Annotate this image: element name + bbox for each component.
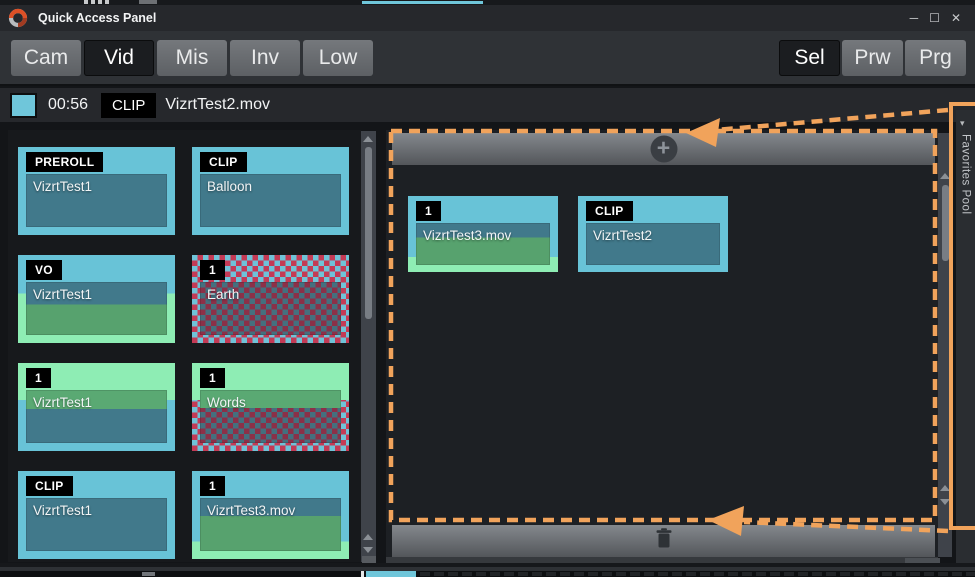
favorites-pool-side-tab[interactable]: ▾ Favorites Pool bbox=[956, 110, 975, 563]
clip-badge: PREROLL bbox=[26, 152, 103, 172]
tab-low[interactable]: Low bbox=[303, 40, 373, 76]
clip-card[interactable]: VO VizrtTest1 bbox=[18, 255, 175, 343]
minimize-button[interactable]: ─ bbox=[910, 12, 919, 24]
tab-vid[interactable]: Vid bbox=[84, 40, 154, 76]
app-logo-icon bbox=[7, 7, 29, 29]
clip-thumbnail: Words bbox=[200, 390, 341, 443]
add-icon[interactable]: + bbox=[650, 136, 677, 163]
clip-card[interactable]: 1 Words bbox=[192, 363, 349, 451]
tab-inv[interactable]: Inv bbox=[230, 40, 300, 76]
favorites-delete-bar bbox=[392, 525, 935, 557]
background-tick bbox=[105, 0, 109, 4]
scrollbar-thumb[interactable] bbox=[942, 185, 949, 261]
background-tick bbox=[98, 0, 102, 4]
background-cyan-bar bbox=[362, 1, 483, 4]
clip-card[interactable]: 1 VizrtTest3.mov bbox=[408, 196, 558, 272]
background-app-bottom-edge bbox=[0, 563, 975, 577]
clip-card[interactable]: 1 VizrtTest1 bbox=[18, 363, 175, 451]
clip-thumbnail: VizrtTest2 bbox=[586, 223, 720, 265]
favorites-add-bar: + bbox=[392, 133, 935, 165]
clip-title: VizrtTest1 bbox=[33, 503, 92, 518]
clip-card[interactable]: 1 VizrtTest3.mov bbox=[192, 471, 349, 559]
clip-title: Earth bbox=[207, 287, 239, 302]
clip-title: VizrtTest2 bbox=[593, 228, 652, 243]
clip-badge: 1 bbox=[200, 260, 225, 280]
clip-color-swatch bbox=[10, 93, 37, 118]
scroll-up-icon[interactable] bbox=[363, 534, 373, 540]
trash-icon[interactable] bbox=[655, 528, 673, 555]
clip-thumbnail: VizrtTest1 bbox=[26, 174, 167, 227]
clip-badge: VO bbox=[26, 260, 62, 280]
clip-badge: CLIP bbox=[200, 152, 247, 172]
clip-card[interactable]: 1 Earth bbox=[192, 255, 349, 343]
scroll-up-icon[interactable] bbox=[940, 485, 950, 491]
clip-card[interactable]: CLIP Balloon bbox=[192, 147, 349, 235]
clip-duration: 00:56 bbox=[48, 96, 88, 114]
output-tabs: Sel Prw Prg bbox=[779, 40, 966, 76]
clip-title: VizrtTest3.mov bbox=[423, 228, 511, 243]
clip-thumbnail: Balloon bbox=[200, 174, 341, 227]
favorites-pool-panel: + 1 VizrtTest3.mov CLIP VizrtTest2 bbox=[386, 130, 938, 557]
clip-title: Balloon bbox=[207, 179, 252, 194]
clip-title: VizrtTest1 bbox=[33, 179, 92, 194]
clip-badge: 1 bbox=[200, 476, 225, 496]
clip-title: VizrtTest1 bbox=[33, 395, 92, 410]
background-tick bbox=[361, 571, 364, 577]
background-tick bbox=[91, 0, 95, 4]
maximize-button[interactable]: ☐ bbox=[929, 12, 940, 24]
scroll-up-icon[interactable] bbox=[940, 173, 950, 179]
selected-clip-infobar: 00:56 CLIP VizrtTest2.mov bbox=[0, 88, 975, 122]
scroll-down-icon[interactable] bbox=[363, 547, 373, 553]
background-tick bbox=[142, 572, 155, 576]
scroll-up-icon[interactable] bbox=[363, 136, 373, 142]
right-scrollbar[interactable] bbox=[938, 133, 952, 557]
clip-card[interactable]: PREROLL VizrtTest1 bbox=[18, 147, 175, 235]
clip-filename: VizrtTest2.mov bbox=[165, 96, 270, 114]
tab-cam[interactable]: Cam bbox=[11, 40, 81, 76]
clip-badge: 1 bbox=[26, 368, 51, 388]
clip-thumbnail: VizrtTest3.mov bbox=[416, 223, 550, 265]
clip-type-badge: CLIP bbox=[101, 93, 156, 118]
tabbar: Cam Vid Mis Inv Low Sel Prw Prg bbox=[0, 31, 975, 86]
tab-prw[interactable]: Prw bbox=[842, 40, 903, 76]
tab-mis[interactable]: Mis bbox=[157, 40, 227, 76]
scroll-down-icon[interactable] bbox=[940, 499, 950, 505]
clip-badge: CLIP bbox=[26, 476, 73, 496]
window-title: Quick Access Panel bbox=[38, 11, 156, 25]
favorites-pool-label: Favorites Pool bbox=[960, 134, 972, 215]
collapse-arrow-icon: ▾ bbox=[960, 118, 965, 129]
clip-title: VizrtTest1 bbox=[33, 287, 92, 302]
clip-list-panel: PREROLL VizrtTest1 CLIP Balloon VO Vizrt… bbox=[8, 130, 361, 562]
clip-thumbnail: VizrtTest1 bbox=[26, 390, 167, 443]
clip-thumbnail: VizrtTest1 bbox=[26, 498, 167, 551]
background-dashes bbox=[420, 572, 975, 576]
clip-card[interactable]: CLIP VizrtTest2 bbox=[578, 196, 728, 272]
titlebar: Quick Access Panel ─ ☐ ✕ bbox=[0, 5, 975, 31]
clip-title: Words bbox=[207, 395, 246, 410]
clip-badge: 1 bbox=[200, 368, 225, 388]
background-band bbox=[0, 571, 975, 577]
clip-thumbnail: Earth bbox=[200, 282, 341, 335]
background-segment bbox=[139, 0, 157, 4]
background-tick bbox=[84, 0, 88, 4]
clip-badge: CLIP bbox=[586, 201, 633, 221]
tab-prg[interactable]: Prg bbox=[905, 40, 966, 76]
left-scrollbar[interactable] bbox=[361, 131, 376, 562]
quick-access-panel-window: Quick Access Panel ─ ☐ ✕ Cam Vid Mis Inv… bbox=[0, 0, 975, 577]
clip-thumbnail: VizrtTest3.mov bbox=[200, 498, 341, 551]
close-button[interactable]: ✕ bbox=[951, 12, 961, 24]
clip-card[interactable]: CLIP VizrtTest1 bbox=[18, 471, 175, 559]
clip-title: VizrtTest3.mov bbox=[207, 503, 295, 518]
scrollbar-thumb[interactable] bbox=[365, 147, 372, 319]
background-cyan-bar bbox=[366, 571, 416, 577]
source-tabs: Cam Vid Mis Inv Low bbox=[11, 40, 373, 76]
clip-thumbnail: VizrtTest1 bbox=[26, 282, 167, 335]
clip-badge: 1 bbox=[416, 201, 441, 221]
tab-sel[interactable]: Sel bbox=[779, 40, 840, 76]
